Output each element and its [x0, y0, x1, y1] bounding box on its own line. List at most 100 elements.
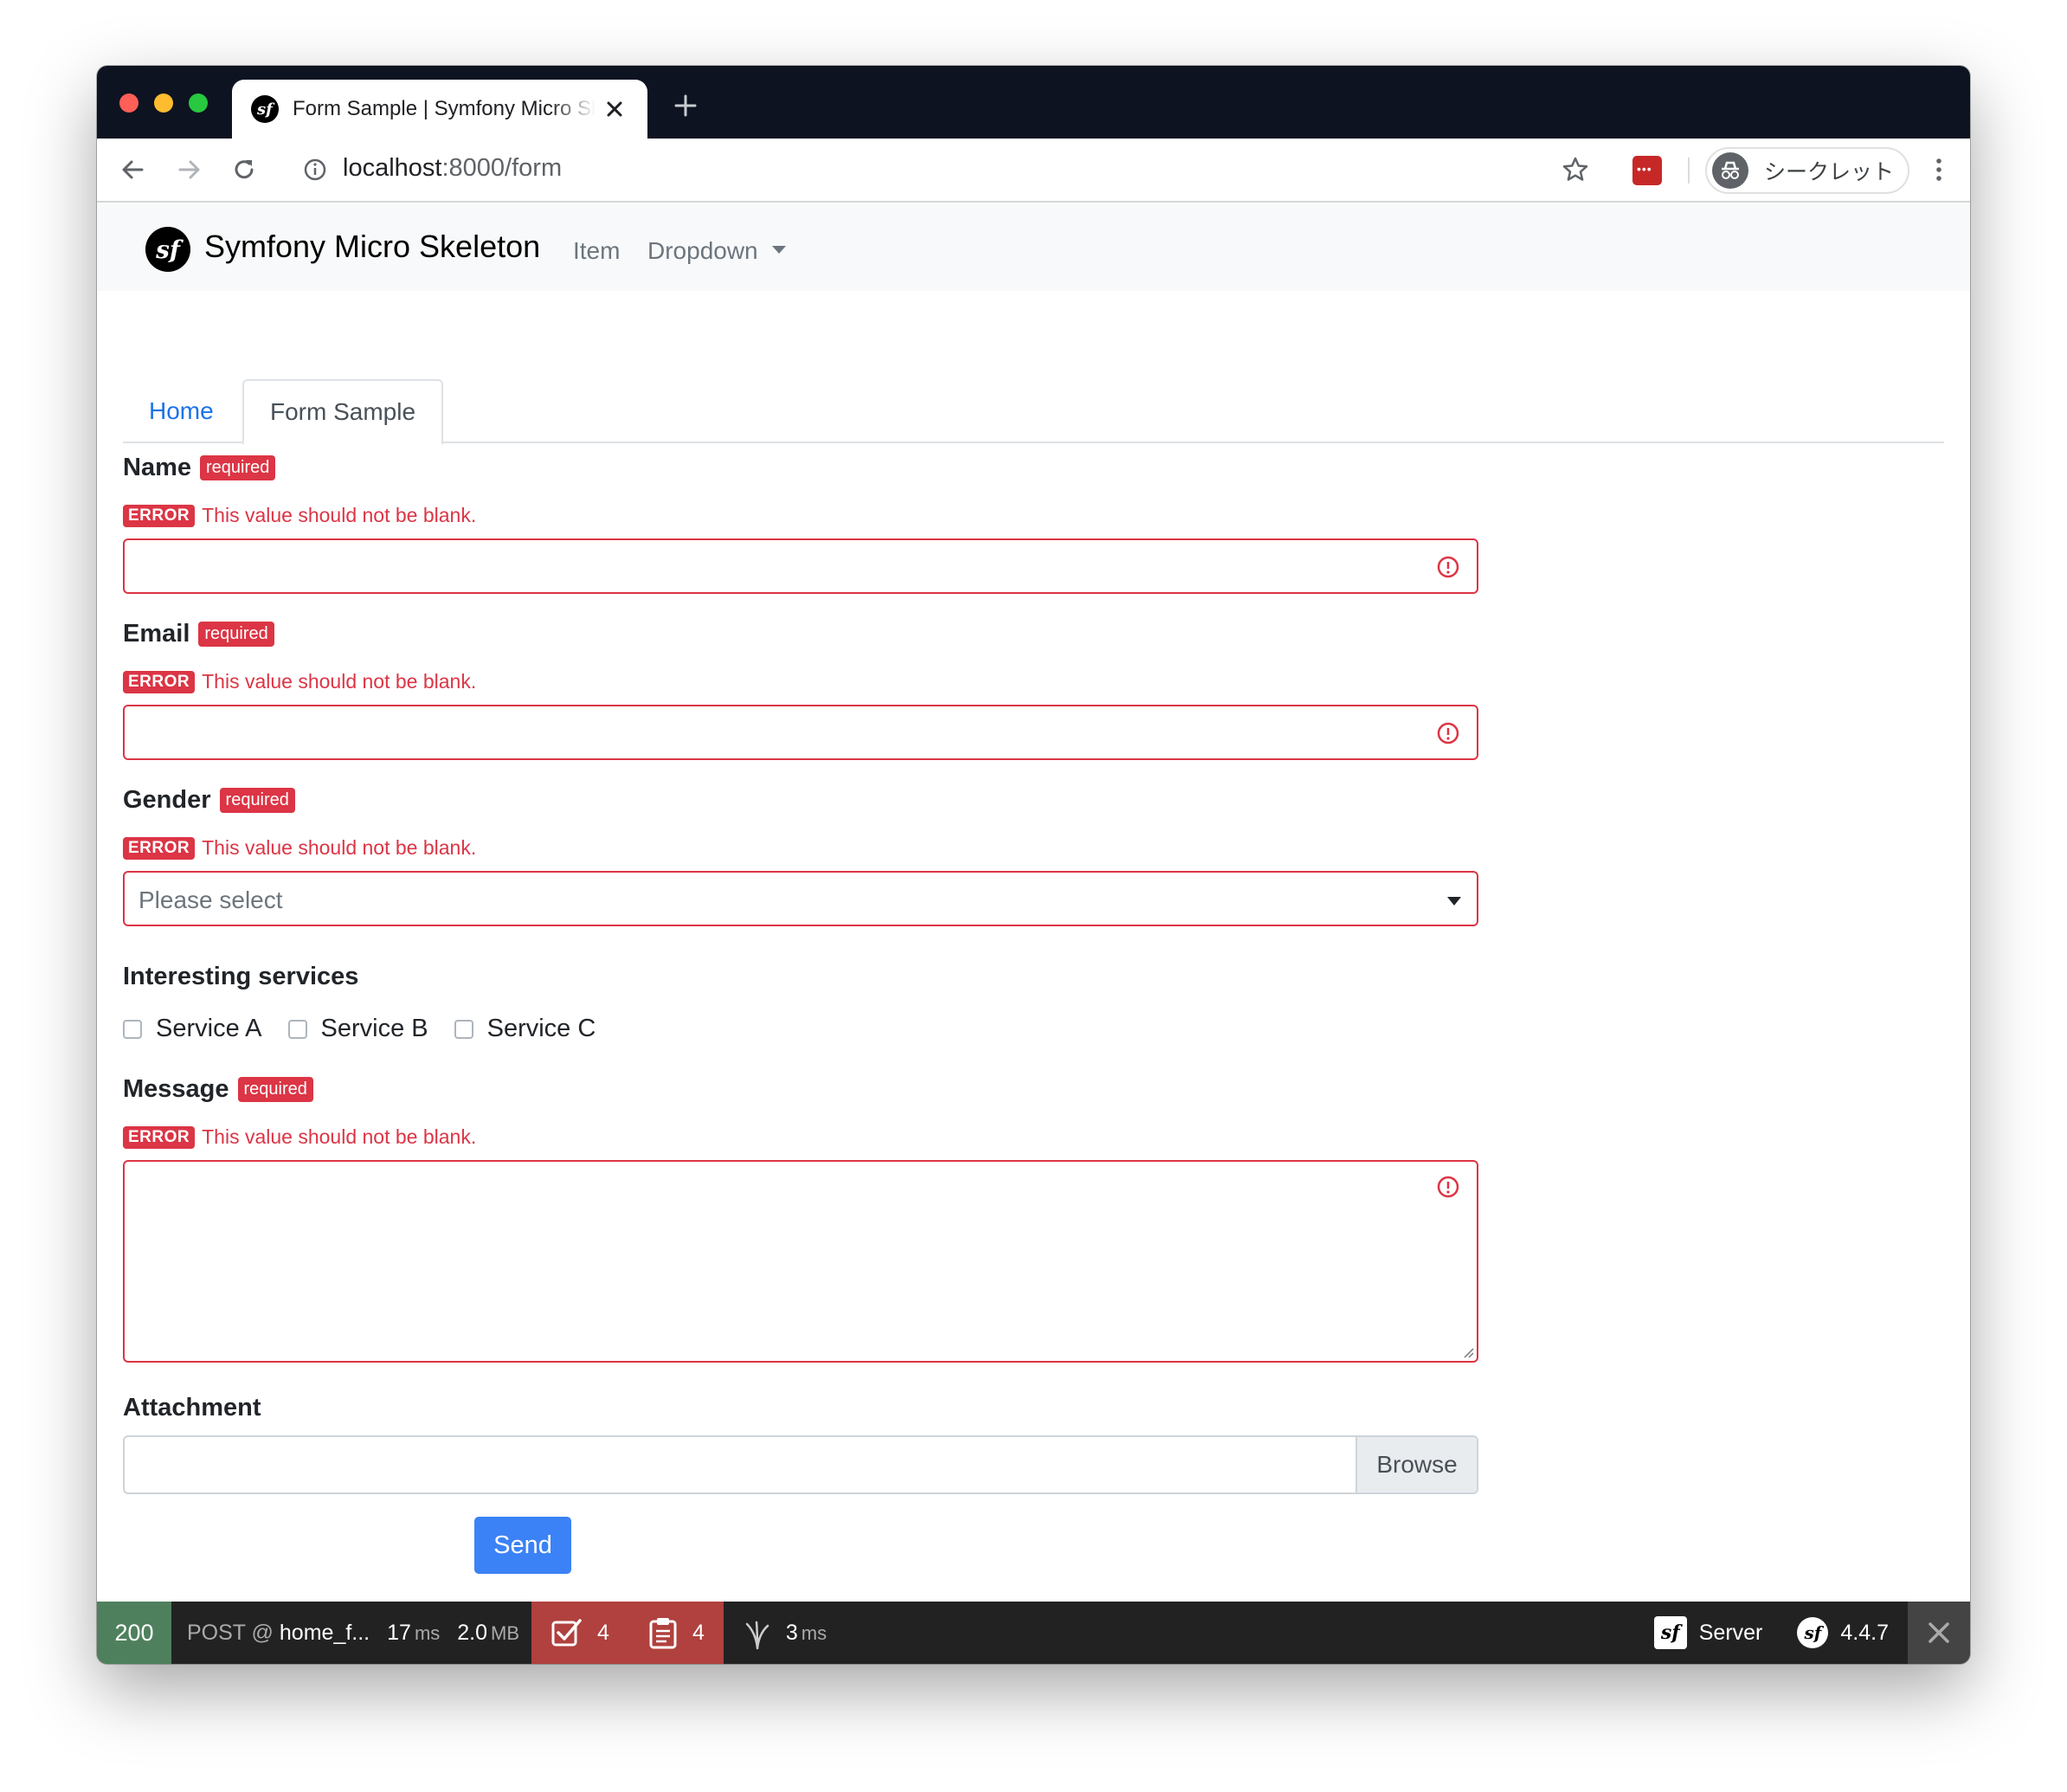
error-text: This value should not be blank. [202, 670, 477, 693]
tab-form-sample[interactable]: Form Sample [242, 379, 444, 445]
name-error: ERROR This value should not be blank. [123, 504, 476, 527]
twig-icon [745, 1621, 769, 1650]
invalid-alert-icon [1437, 1176, 1459, 1198]
gender-select[interactable]: Please select [123, 871, 1478, 926]
gender-error: ERROR This value should not be blank. [123, 836, 476, 860]
time-unit: ms [414, 1621, 441, 1644]
email-error: ERROR This value should not be blank. [123, 670, 476, 693]
memory-unit: MB [491, 1621, 520, 1644]
incognito-label: シークレット [1764, 160, 1895, 184]
service-b-label[interactable]: Service B [321, 1015, 428, 1043]
alert-panel-group: 4 4 [531, 1602, 724, 1664]
error-badge: ERROR [123, 504, 196, 527]
close-toolbar-button[interactable] [1908, 1602, 1970, 1664]
service-a-label[interactable]: Service A [156, 1015, 262, 1043]
gender-label-text: Gender [123, 786, 211, 814]
validator-panel[interactable]: 4 [531, 1602, 628, 1664]
name-input[interactable] [123, 538, 1478, 594]
service-b-checkbox[interactable]: Service B [287, 1015, 428, 1043]
bookmark-star-icon[interactable] [1560, 154, 1591, 185]
invalid-alert-icon [1437, 556, 1459, 578]
message-error: ERROR This value should not be blank. [123, 1125, 476, 1149]
symfony-version-icon: sf [1797, 1617, 1829, 1648]
nav-dropdown[interactable]: Dropdown [647, 237, 786, 265]
tab-home[interactable]: Home [123, 379, 240, 443]
checkbox-box[interactable] [454, 1019, 473, 1039]
twig-unit: ms [801, 1621, 827, 1644]
status-code-badge[interactable]: 200 [97, 1602, 171, 1664]
gender-select-value: Please select [138, 886, 283, 913]
tab-title: Form Sample | Symfony Micro Skeleton [293, 97, 596, 120]
message-label: Message required [123, 1075, 313, 1104]
close-window-button[interactable] [119, 93, 138, 113]
name-label: Name required [123, 454, 276, 482]
email-field[interactable] [123, 705, 1478, 760]
nav-item-item[interactable]: Item [573, 237, 620, 265]
request-info[interactable]: POST @ home_f... [187, 1621, 370, 1646]
logs-count: 4 [692, 1620, 705, 1645]
minimize-window-button[interactable] [154, 93, 173, 113]
url-host: localhost [343, 154, 442, 182]
back-arrow-icon[interactable] [118, 154, 149, 185]
server-symfony-icon: sf [1653, 1616, 1687, 1649]
maximize-window-button[interactable] [189, 93, 208, 113]
reload-icon[interactable] [229, 154, 260, 185]
page-content: sf Symfony Micro Skeleton Item Dropdown … [97, 204, 1970, 1602]
close-icon [1929, 1622, 1949, 1643]
name-label-text: Name [123, 454, 191, 481]
checkbox-box[interactable] [123, 1019, 142, 1039]
select-caret-icon [1447, 897, 1461, 906]
services-checkboxes: Service A Service B Service C [123, 1015, 621, 1043]
toolbar-separator [1688, 158, 1690, 184]
attachment-file-input[interactable]: Browse [123, 1435, 1478, 1494]
validator-count: 4 [597, 1620, 609, 1645]
service-c-checkbox[interactable]: Service C [454, 1015, 596, 1043]
request-time[interactable]: 17 ms [387, 1621, 440, 1646]
forward-arrow-icon[interactable] [173, 154, 204, 185]
attachment-label: Attachment [123, 1394, 261, 1421]
required-badge: required [198, 622, 274, 647]
browse-button[interactable]: Browse [1355, 1437, 1477, 1492]
server-label[interactable]: Server [1699, 1621, 1763, 1646]
toolbar-right-group: sf Server sf 4.4.7 [1653, 1602, 1970, 1664]
message-textarea[interactable] [123, 1160, 1478, 1363]
tab-strip: sf Form Sample | Symfony Micro Skeleton [97, 66, 1970, 139]
caret-down-icon [771, 246, 786, 254]
required-badge: required [219, 788, 295, 813]
symfony-debug-toolbar: 200 POST @ home_f... 17 ms 2.0 MB 4 4 3 … [97, 1602, 1970, 1664]
resize-handle-icon[interactable] [1462, 1346, 1474, 1358]
message-label-text: Message [123, 1075, 229, 1103]
browser-tab[interactable]: sf Form Sample | Symfony Micro Skeleton [232, 80, 647, 139]
services-label: Interesting services [123, 963, 359, 990]
symfony-version[interactable]: 4.4.7 [1840, 1621, 1889, 1646]
error-text: This value should not be blank. [202, 836, 477, 859]
error-badge: ERROR [123, 1125, 196, 1149]
required-badge: required [237, 1077, 313, 1102]
browser-toolbar: localhost:8000/form シークレット [97, 139, 1970, 203]
service-c-label[interactable]: Service C [487, 1015, 596, 1043]
close-tab-icon[interactable] [601, 95, 628, 123]
symfony-favicon-icon: sf [251, 95, 279, 123]
menu-kebab-icon[interactable] [1930, 154, 1948, 185]
checkbox-box[interactable] [287, 1019, 307, 1039]
error-text: This value should not be blank. [202, 504, 477, 526]
time-value: 17 [387, 1620, 411, 1645]
symfony-logo-icon[interactable]: sf [145, 227, 190, 272]
memory-usage[interactable]: 2.0 MB [457, 1621, 519, 1646]
error-badge: ERROR [123, 670, 196, 693]
new-tab-icon[interactable] [672, 92, 699, 119]
memory-value: 2.0 [457, 1620, 488, 1645]
incognito-profile-button[interactable]: シークレット [1705, 147, 1909, 194]
address-bar[interactable]: localhost:8000/form [343, 154, 562, 183]
brand-name[interactable]: Symfony Micro Skeleton [204, 229, 540, 265]
page-tabs: Home Form Sample [123, 379, 1944, 445]
email-label: Email required [123, 620, 274, 648]
service-a-checkbox[interactable]: Service A [123, 1015, 262, 1043]
error-text: This value should not be blank. [202, 1125, 477, 1148]
logs-panel[interactable]: 4 [628, 1602, 724, 1664]
extension-icon[interactable] [1632, 156, 1662, 185]
send-button[interactable]: Send [474, 1517, 571, 1574]
required-badge: required [200, 455, 276, 480]
twig-panel[interactable]: 3 ms [744, 1615, 827, 1650]
info-icon[interactable] [301, 156, 329, 184]
